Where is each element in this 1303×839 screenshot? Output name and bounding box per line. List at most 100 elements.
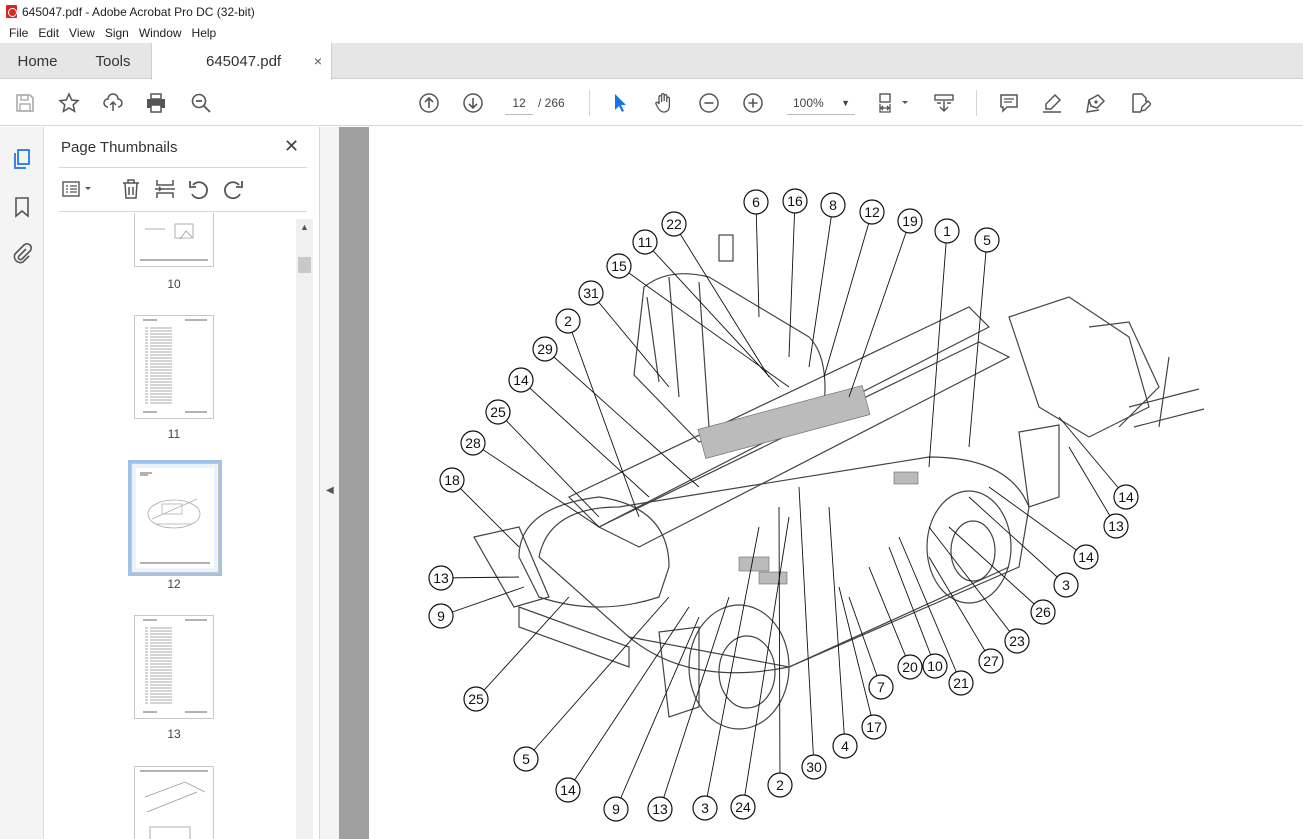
page-thumbnails-icon[interactable]: [11, 148, 33, 170]
callout-leader: [928, 526, 1018, 642]
thumbnail-page-13[interactable]: [134, 615, 214, 719]
callout-13: 13: [647, 796, 673, 822]
sign-pen-icon[interactable]: [1084, 91, 1108, 115]
menu-edit[interactable]: Edit: [33, 26, 64, 40]
close-tab-icon[interactable]: ×: [314, 53, 322, 69]
callout-11: 11: [632, 229, 658, 255]
callout-number: 14: [513, 372, 529, 388]
save-icon[interactable]: [13, 91, 37, 115]
tab-tools[interactable]: Tools: [75, 43, 151, 79]
callout-leader: [838, 586, 875, 728]
zoom-in-icon[interactable]: [741, 91, 765, 115]
callout-leader: [798, 486, 815, 768]
bookmarks-icon[interactable]: [11, 196, 33, 218]
close-panel-icon[interactable]: ✕: [284, 136, 299, 157]
callout-1: 1: [934, 218, 960, 244]
callout-leader: [948, 526, 1044, 613]
menu-file[interactable]: File: [4, 26, 33, 40]
thumbnail-options-icon[interactable]: [61, 177, 95, 201]
delete-trash-icon[interactable]: [119, 177, 143, 201]
bookmark-star-icon[interactable]: [57, 91, 81, 115]
window-title: 645047.pdf - Adobe Acrobat Pro DC (32-bi…: [22, 4, 255, 19]
callout-leader: [755, 201, 760, 318]
thumbnail-page-12[interactable]: [128, 460, 222, 576]
callout-number: 25: [468, 691, 484, 707]
document-viewer[interactable]: 6 16 8 12 22 19 11 1 5 15 31 2 29 14 25 28 18 13 9 25 5 14 9 13…: [339, 127, 1303, 839]
thumbnail-page-11[interactable]: [134, 315, 214, 419]
thumbnail-scrollbar[interactable]: ▲: [296, 219, 313, 839]
menu-window[interactable]: Window: [134, 26, 187, 40]
previous-page-icon[interactable]: [417, 91, 441, 115]
left-navigation-rail: [0, 127, 44, 839]
callout-group: 6 16 8 1222 191115153122914252818139255149 13…: [428, 188, 1139, 822]
callout-24: 24: [730, 794, 756, 820]
hand-tool-icon[interactable]: [652, 91, 676, 115]
scroll-mode-icon[interactable]: [932, 91, 956, 115]
callout-27: 27: [978, 648, 1004, 674]
callout-19: 19: [897, 208, 923, 234]
page-thumbnails-panel: Page Thumbnails ✕ 10 11 12 13: [45, 127, 319, 839]
callout-leader: [808, 204, 834, 368]
callout-number: 30: [806, 759, 822, 775]
scroll-up-icon[interactable]: ▲: [300, 222, 309, 232]
callout-14: 14: [555, 777, 581, 803]
select-cursor-icon[interactable]: [608, 91, 632, 115]
callout-number: 17: [866, 719, 882, 735]
zoom-level-value: 100%: [793, 96, 824, 110]
callout-number: 7: [877, 679, 885, 695]
callout-9: 9: [603, 796, 629, 822]
callout-number: 3: [701, 800, 709, 816]
thumbnail-page-14[interactable]: [134, 766, 214, 839]
callout-leader: [928, 556, 992, 662]
menu-view[interactable]: View: [64, 26, 100, 40]
callout-5: 5: [974, 227, 1000, 253]
zoom-search-icon[interactable]: [189, 91, 213, 115]
callout-leader: [704, 526, 760, 809]
callout-number: 14: [560, 782, 576, 798]
callout-20: 20: [897, 654, 923, 680]
insert-pages-icon[interactable]: [153, 177, 177, 201]
edit-pdf-icon[interactable]: [1128, 91, 1152, 115]
page-number-input[interactable]: 12: [505, 91, 533, 115]
collapse-panel-icon[interactable]: ◀: [326, 485, 334, 496]
rotate-right-icon[interactable]: [221, 177, 245, 201]
callout-number: 13: [652, 801, 668, 817]
callout-number: 15: [611, 258, 627, 274]
callout-number: 31: [583, 285, 599, 301]
share-upload-icon[interactable]: [101, 91, 125, 115]
toolbar-divider: [976, 90, 977, 116]
page-count: / 266: [538, 96, 565, 110]
callout-leader: [968, 239, 988, 448]
print-icon[interactable]: [144, 91, 168, 115]
tab-home[interactable]: Home: [0, 43, 75, 79]
toolbar-divider: [589, 90, 590, 116]
comment-icon[interactable]: [997, 91, 1021, 115]
callout-leader: [968, 496, 1067, 586]
page-fit-icon[interactable]: [877, 91, 911, 115]
callout-number: 14: [1078, 549, 1094, 565]
callout-number: 16: [787, 193, 803, 209]
callout-25: 25: [463, 686, 489, 712]
menu-sign[interactable]: Sign: [100, 26, 134, 40]
callout-leader: [590, 292, 670, 388]
zoom-level-select[interactable]: 100% ▼: [787, 91, 855, 115]
thumbnail-page-10[interactable]: [134, 213, 214, 267]
callout-2: 2: [767, 772, 793, 798]
next-page-icon[interactable]: [461, 91, 485, 115]
scrollbar-thumb[interactable]: [298, 257, 311, 273]
rotate-left-icon[interactable]: [187, 177, 211, 201]
thumbnail-list[interactable]: 10 11 12 13: [59, 213, 297, 839]
callout-number: 25: [490, 404, 506, 420]
callout-14: 14: [1073, 544, 1099, 570]
tab-document[interactable]: 645047.pdf ×: [151, 43, 332, 80]
panel-splitter[interactable]: ◀: [319, 127, 339, 839]
callout-29: 29: [532, 336, 558, 362]
callout-21: 21: [948, 670, 974, 696]
attachments-paperclip-icon[interactable]: [11, 242, 33, 264]
menu-help[interactable]: Help: [187, 26, 222, 40]
callout-number: 20: [902, 659, 918, 675]
zoom-out-icon[interactable]: [697, 91, 721, 115]
callout-15: 15: [606, 253, 632, 279]
highlight-pen-icon[interactable]: [1040, 91, 1064, 115]
callout-number: 1: [943, 223, 951, 239]
